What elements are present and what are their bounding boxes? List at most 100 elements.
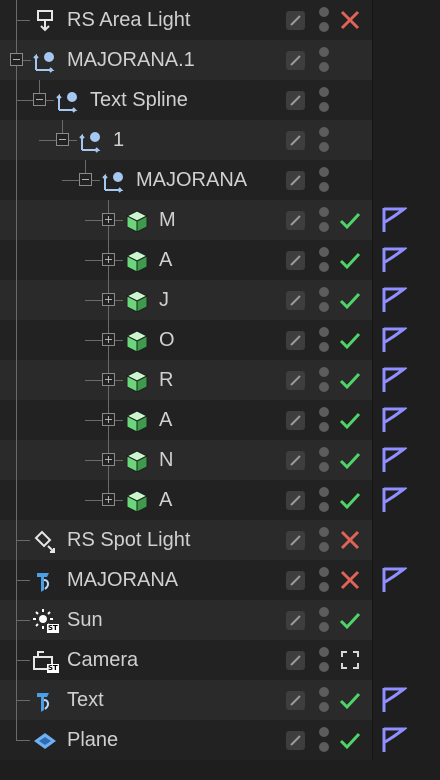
editor-visibility-dot[interactable]: [319, 647, 329, 657]
expand-toggle[interactable]: [102, 373, 115, 386]
layer-swatch[interactable]: [286, 451, 305, 470]
editor-visibility-dot[interactable]: [319, 687, 329, 697]
phong-tag-icon[interactable]: [381, 406, 409, 434]
editor-visibility-dot[interactable]: [319, 207, 329, 217]
enabled-check-icon[interactable]: [338, 728, 362, 752]
render-visibility-dot[interactable]: [319, 542, 329, 552]
enabled-check-icon[interactable]: [338, 248, 362, 272]
layer-swatch[interactable]: [286, 211, 305, 230]
visibility-dots[interactable]: [317, 645, 331, 675]
render-visibility-dot[interactable]: [319, 702, 329, 712]
enabled-check-icon[interactable]: [338, 608, 362, 632]
visibility-dots[interactable]: [317, 725, 331, 755]
visibility-dots[interactable]: [317, 565, 331, 595]
editor-visibility-dot[interactable]: [319, 167, 329, 177]
layer-swatch[interactable]: [286, 411, 305, 430]
object-row[interactable]: Plane: [0, 720, 440, 760]
expand-toggle[interactable]: [102, 253, 115, 266]
layer-swatch[interactable]: [286, 131, 305, 150]
editor-visibility-dot[interactable]: [319, 407, 329, 417]
enabled-check-icon[interactable]: [338, 488, 362, 512]
object-name[interactable]: J: [159, 280, 169, 320]
visibility-dots[interactable]: [317, 205, 331, 235]
object-name[interactable]: Camera: [67, 640, 138, 680]
editor-visibility-dot[interactable]: [319, 7, 329, 17]
visibility-dots[interactable]: [317, 445, 331, 475]
object-name[interactable]: Text Spline: [90, 80, 188, 120]
enabled-check-icon[interactable]: [338, 448, 362, 472]
layer-swatch[interactable]: [286, 731, 305, 750]
object-row[interactable]: MAJORANA.1: [0, 40, 440, 80]
object-row[interactable]: N: [0, 440, 440, 480]
expand-toggle[interactable]: [102, 333, 115, 346]
object-row[interactable]: 1: [0, 120, 440, 160]
layer-swatch[interactable]: [286, 691, 305, 710]
visibility-dots[interactable]: [317, 365, 331, 395]
visibility-dots[interactable]: [317, 165, 331, 195]
visibility-dots[interactable]: [317, 125, 331, 155]
collapse-toggle[interactable]: [56, 133, 69, 146]
object-name[interactable]: MAJORANA: [136, 160, 247, 200]
render-visibility-dot[interactable]: [319, 142, 329, 152]
visibility-dots[interactable]: [317, 5, 331, 35]
render-visibility-dot[interactable]: [319, 422, 329, 432]
phong-tag-icon[interactable]: [381, 326, 409, 354]
editor-visibility-dot[interactable]: [319, 327, 329, 337]
phong-tag-icon[interactable]: [381, 366, 409, 394]
render-visibility-dot[interactable]: [319, 182, 329, 192]
layer-swatch[interactable]: [286, 331, 305, 350]
layer-swatch[interactable]: [286, 491, 305, 510]
expand-toggle[interactable]: [102, 413, 115, 426]
expand-toggle[interactable]: [102, 453, 115, 466]
object-row[interactable]: MAJORANA: [0, 560, 440, 600]
render-visibility-dot[interactable]: [319, 662, 329, 672]
editor-visibility-dot[interactable]: [319, 727, 329, 737]
visibility-dots[interactable]: [317, 85, 331, 115]
collapse-toggle[interactable]: [33, 93, 46, 106]
object-row[interactable]: ST Sun: [0, 600, 440, 640]
collapse-toggle[interactable]: [79, 173, 92, 186]
render-visibility-dot[interactable]: [319, 62, 329, 72]
phong-tag-icon[interactable]: [381, 566, 409, 594]
visibility-dots[interactable]: [317, 405, 331, 435]
visibility-dots[interactable]: [317, 605, 331, 635]
visibility-dots[interactable]: [317, 285, 331, 315]
layer-swatch[interactable]: [286, 611, 305, 630]
layer-swatch[interactable]: [286, 651, 305, 670]
editor-visibility-dot[interactable]: [319, 127, 329, 137]
phong-tag-icon[interactable]: [381, 206, 409, 234]
layer-swatch[interactable]: [286, 291, 305, 310]
render-visibility-dot[interactable]: [319, 302, 329, 312]
phong-tag-icon[interactable]: [381, 726, 409, 754]
editor-visibility-dot[interactable]: [319, 447, 329, 457]
render-visibility-dot[interactable]: [319, 582, 329, 592]
expand-toggle[interactable]: [102, 493, 115, 506]
editor-visibility-dot[interactable]: [319, 367, 329, 377]
visibility-dots[interactable]: [317, 245, 331, 275]
phong-tag-icon[interactable]: [381, 246, 409, 274]
editor-visibility-dot[interactable]: [319, 247, 329, 257]
phong-tag-icon[interactable]: [381, 486, 409, 514]
enabled-check-icon[interactable]: [338, 288, 362, 312]
object-name[interactable]: M: [159, 200, 176, 240]
enabled-check-icon[interactable]: [338, 208, 362, 232]
enabled-check-icon[interactable]: [338, 328, 362, 352]
render-visibility-dot[interactable]: [319, 462, 329, 472]
layer-swatch[interactable]: [286, 531, 305, 550]
disabled-cross-icon[interactable]: [338, 528, 362, 552]
editor-visibility-dot[interactable]: [319, 607, 329, 617]
phong-tag-icon[interactable]: [381, 446, 409, 474]
object-name[interactable]: MAJORANA.1: [67, 40, 195, 80]
enabled-check-icon[interactable]: [338, 408, 362, 432]
render-visibility-dot[interactable]: [319, 22, 329, 32]
visibility-dots[interactable]: [317, 485, 331, 515]
object-name[interactable]: 1: [113, 120, 124, 160]
object-name[interactable]: O: [159, 320, 175, 360]
object-row[interactable]: Text Spline: [0, 80, 440, 120]
object-row[interactable]: R: [0, 360, 440, 400]
layer-swatch[interactable]: [286, 51, 305, 70]
object-name[interactable]: Sun: [67, 600, 103, 640]
layer-swatch[interactable]: [286, 251, 305, 270]
object-row[interactable]: A: [0, 400, 440, 440]
phong-tag-icon[interactable]: [381, 686, 409, 714]
